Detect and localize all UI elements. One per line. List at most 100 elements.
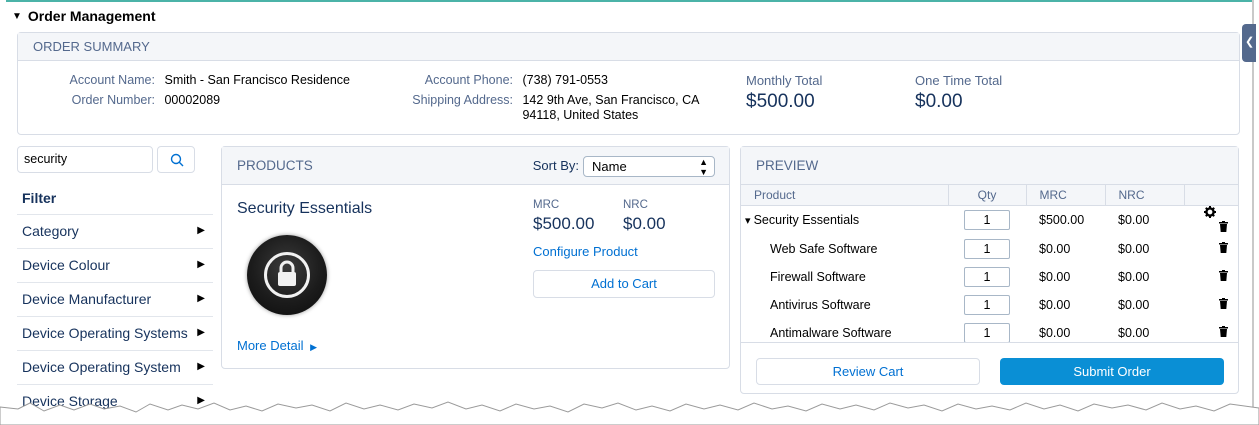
chevron-right-icon: ▶ bbox=[197, 259, 205, 270]
shipping-address-row: Shipping Address: 142 9th Ave, San Franc… bbox=[404, 93, 699, 123]
order-summary-header: ORDER SUMMARY bbox=[18, 33, 1239, 61]
preview-mrc-cell: $0.00 bbox=[1039, 241, 1071, 256]
chevron-right-icon: ▶ bbox=[197, 293, 205, 304]
right-edge-shadow bbox=[1252, 0, 1254, 425]
search-button[interactable] bbox=[157, 146, 195, 173]
column-header-qty: Qty bbox=[948, 185, 1027, 206]
account-phone-value: (738) 791-0553 bbox=[522, 73, 608, 87]
filter-item-label: Device Colour bbox=[22, 257, 110, 273]
lock-icon bbox=[278, 260, 296, 286]
account-name-row: Account Name: Smith - San Francisco Resi… bbox=[68, 73, 350, 87]
trash-icon[interactable] bbox=[1219, 325, 1228, 340]
preview-panel: PREVIEW Product Qty MRC NRC ▾ Security E… bbox=[740, 146, 1239, 394]
expand-caret-icon[interactable]: ▾ bbox=[745, 215, 754, 227]
order-summary-card: ORDER SUMMARY Account Name: Smith - San … bbox=[17, 32, 1240, 135]
quantity-input[interactable]: 1 bbox=[964, 266, 1010, 287]
preview-child-row: Firewall Software 1 $0.00 $0.00 bbox=[741, 263, 1238, 291]
preview-child-row: Web Safe Software 1 $0.00 $0.00 bbox=[741, 235, 1238, 263]
preview-mrc-cell: $500.00 bbox=[1039, 213, 1085, 227]
mrc-label: MRC bbox=[533, 199, 560, 211]
preview-header: PREVIEW bbox=[741, 147, 1238, 185]
filter-item[interactable]: Device Operating Systems ▶ bbox=[17, 316, 213, 350]
preview-product-name: Antimalware Software bbox=[770, 325, 892, 340]
gear-icon[interactable] bbox=[1204, 205, 1216, 221]
preview-nrc-cell: $0.00 bbox=[1118, 213, 1150, 227]
trash-icon[interactable] bbox=[1219, 220, 1228, 235]
top-accent-line bbox=[6, 0, 1254, 2]
triangle-down-icon: ▼ bbox=[12, 10, 22, 22]
filter-item[interactable]: Device Manufacturer ▶ bbox=[17, 282, 213, 316]
quantity-input[interactable]: 1 bbox=[964, 238, 1010, 259]
search-input[interactable]: security bbox=[17, 146, 153, 173]
trash-icon[interactable] bbox=[1219, 269, 1228, 284]
filter-item[interactable]: Device Operating System ▶ bbox=[17, 350, 213, 384]
trash-icon[interactable] bbox=[1219, 241, 1228, 256]
column-header-actions bbox=[1184, 185, 1238, 206]
sort-by-label: Sort By: bbox=[532, 158, 579, 173]
quantity-input[interactable]: 1 bbox=[964, 294, 1010, 315]
preview-footer-divider bbox=[741, 342, 1238, 343]
preview-product-cell: Web Safe Software bbox=[741, 235, 948, 263]
chevron-right-icon: ▶ bbox=[197, 225, 205, 236]
trash-icon[interactable] bbox=[1219, 297, 1228, 312]
account-name-label: Account Name: bbox=[69, 73, 155, 87]
submit-order-button[interactable]: Submit Order bbox=[1000, 358, 1224, 385]
section-title: Order Management bbox=[27, 8, 156, 24]
filter-item-label: Device Operating Systems bbox=[22, 325, 188, 341]
filter-item-label: Device Operating System bbox=[22, 359, 181, 375]
preview-product-name: Web Safe Software bbox=[770, 241, 878, 256]
sort-by-select[interactable]: Name ▲ ▼ bbox=[583, 156, 715, 177]
product-name: Security Essentials bbox=[237, 200, 373, 217]
order-number-value: 00002089 bbox=[164, 93, 221, 107]
preview-product-cell: Firewall Software bbox=[741, 263, 948, 291]
preview-table: Product Qty MRC NRC ▾ Security Essential… bbox=[741, 185, 1238, 347]
preview-nrc-cell: $0.00 bbox=[1118, 241, 1150, 256]
one-time-total-value: $0.00 bbox=[915, 91, 963, 112]
preview-parent-row: ▾ Security Essentials 1 $500.00 $0.00 bbox=[741, 205, 1238, 235]
chevron-right-icon: ▶ bbox=[197, 361, 205, 372]
torn-edge bbox=[0, 401, 1259, 425]
preview-actions-cell bbox=[1184, 205, 1238, 235]
quantity-input[interactable]: 1 bbox=[964, 322, 1010, 343]
preview-product-name: Antivirus Software bbox=[770, 297, 871, 312]
more-detail-link[interactable]: More Detail ▶ bbox=[237, 338, 317, 353]
search-icon bbox=[170, 153, 184, 167]
products-header: PRODUCTS Sort By: Name ▲ ▼ bbox=[222, 147, 729, 185]
preview-child-row: Antivirus Software 1 $0.00 $0.00 bbox=[741, 291, 1238, 319]
product-image bbox=[247, 235, 327, 315]
column-header-mrc: MRC bbox=[1026, 185, 1106, 206]
monthly-total-label: Monthly Total bbox=[746, 73, 823, 88]
preview-product-name: Firewall Software bbox=[770, 269, 866, 284]
monthly-total-value: $500.00 bbox=[746, 91, 815, 112]
configure-product-link[interactable]: Configure Product bbox=[533, 244, 638, 259]
review-cart-button[interactable]: Review Cart bbox=[756, 358, 980, 385]
filter-item-label: Device Manufacturer bbox=[22, 291, 152, 307]
account-name-value: Smith - San Francisco Residence bbox=[164, 73, 350, 87]
quantity-input[interactable]: 1 bbox=[964, 210, 1010, 230]
preview-mrc-cell: $0.00 bbox=[1039, 297, 1071, 312]
order-number-label: Order Number: bbox=[71, 93, 155, 107]
column-header-nrc: NRC bbox=[1105, 185, 1185, 206]
add-to-cart-button[interactable]: Add to Cart bbox=[533, 270, 715, 298]
preview-qty-cell: 1 bbox=[948, 235, 1026, 263]
caret-right-icon: ▶ bbox=[310, 342, 318, 352]
collapse-side-tab[interactable]: ❮ bbox=[1242, 24, 1256, 62]
preview-actions-cell bbox=[1184, 235, 1238, 263]
filter-item-label: Category bbox=[22, 223, 79, 239]
preview-qty-cell: 1 bbox=[948, 205, 1026, 235]
chevron-left-icon: ❮ bbox=[1245, 36, 1255, 48]
column-header-product: Product bbox=[741, 185, 949, 206]
shipping-address-line2: 94118, United States bbox=[522, 108, 639, 122]
more-detail-label: More Detail bbox=[237, 338, 304, 353]
preview-qty-cell: 1 bbox=[948, 263, 1026, 291]
account-phone-row: Account Phone: (738) 791-0553 bbox=[404, 73, 608, 87]
preview-actions-cell bbox=[1184, 263, 1238, 291]
filter-item[interactable]: Device Colour ▶ bbox=[17, 248, 213, 282]
order-management-toggle[interactable]: ▼ Order Management bbox=[12, 8, 156, 24]
preview-mrc-cell: $0.00 bbox=[1039, 269, 1071, 284]
preview-product-name: Security Essentials bbox=[753, 213, 860, 227]
preview-actions-cell bbox=[1184, 291, 1238, 319]
select-arrows-icon: ▲ ▼ bbox=[699, 156, 708, 177]
filter-item[interactable]: Category ▶ bbox=[17, 214, 213, 248]
products-panel: PRODUCTS Sort By: Name ▲ ▼ Security Essen… bbox=[221, 146, 730, 369]
